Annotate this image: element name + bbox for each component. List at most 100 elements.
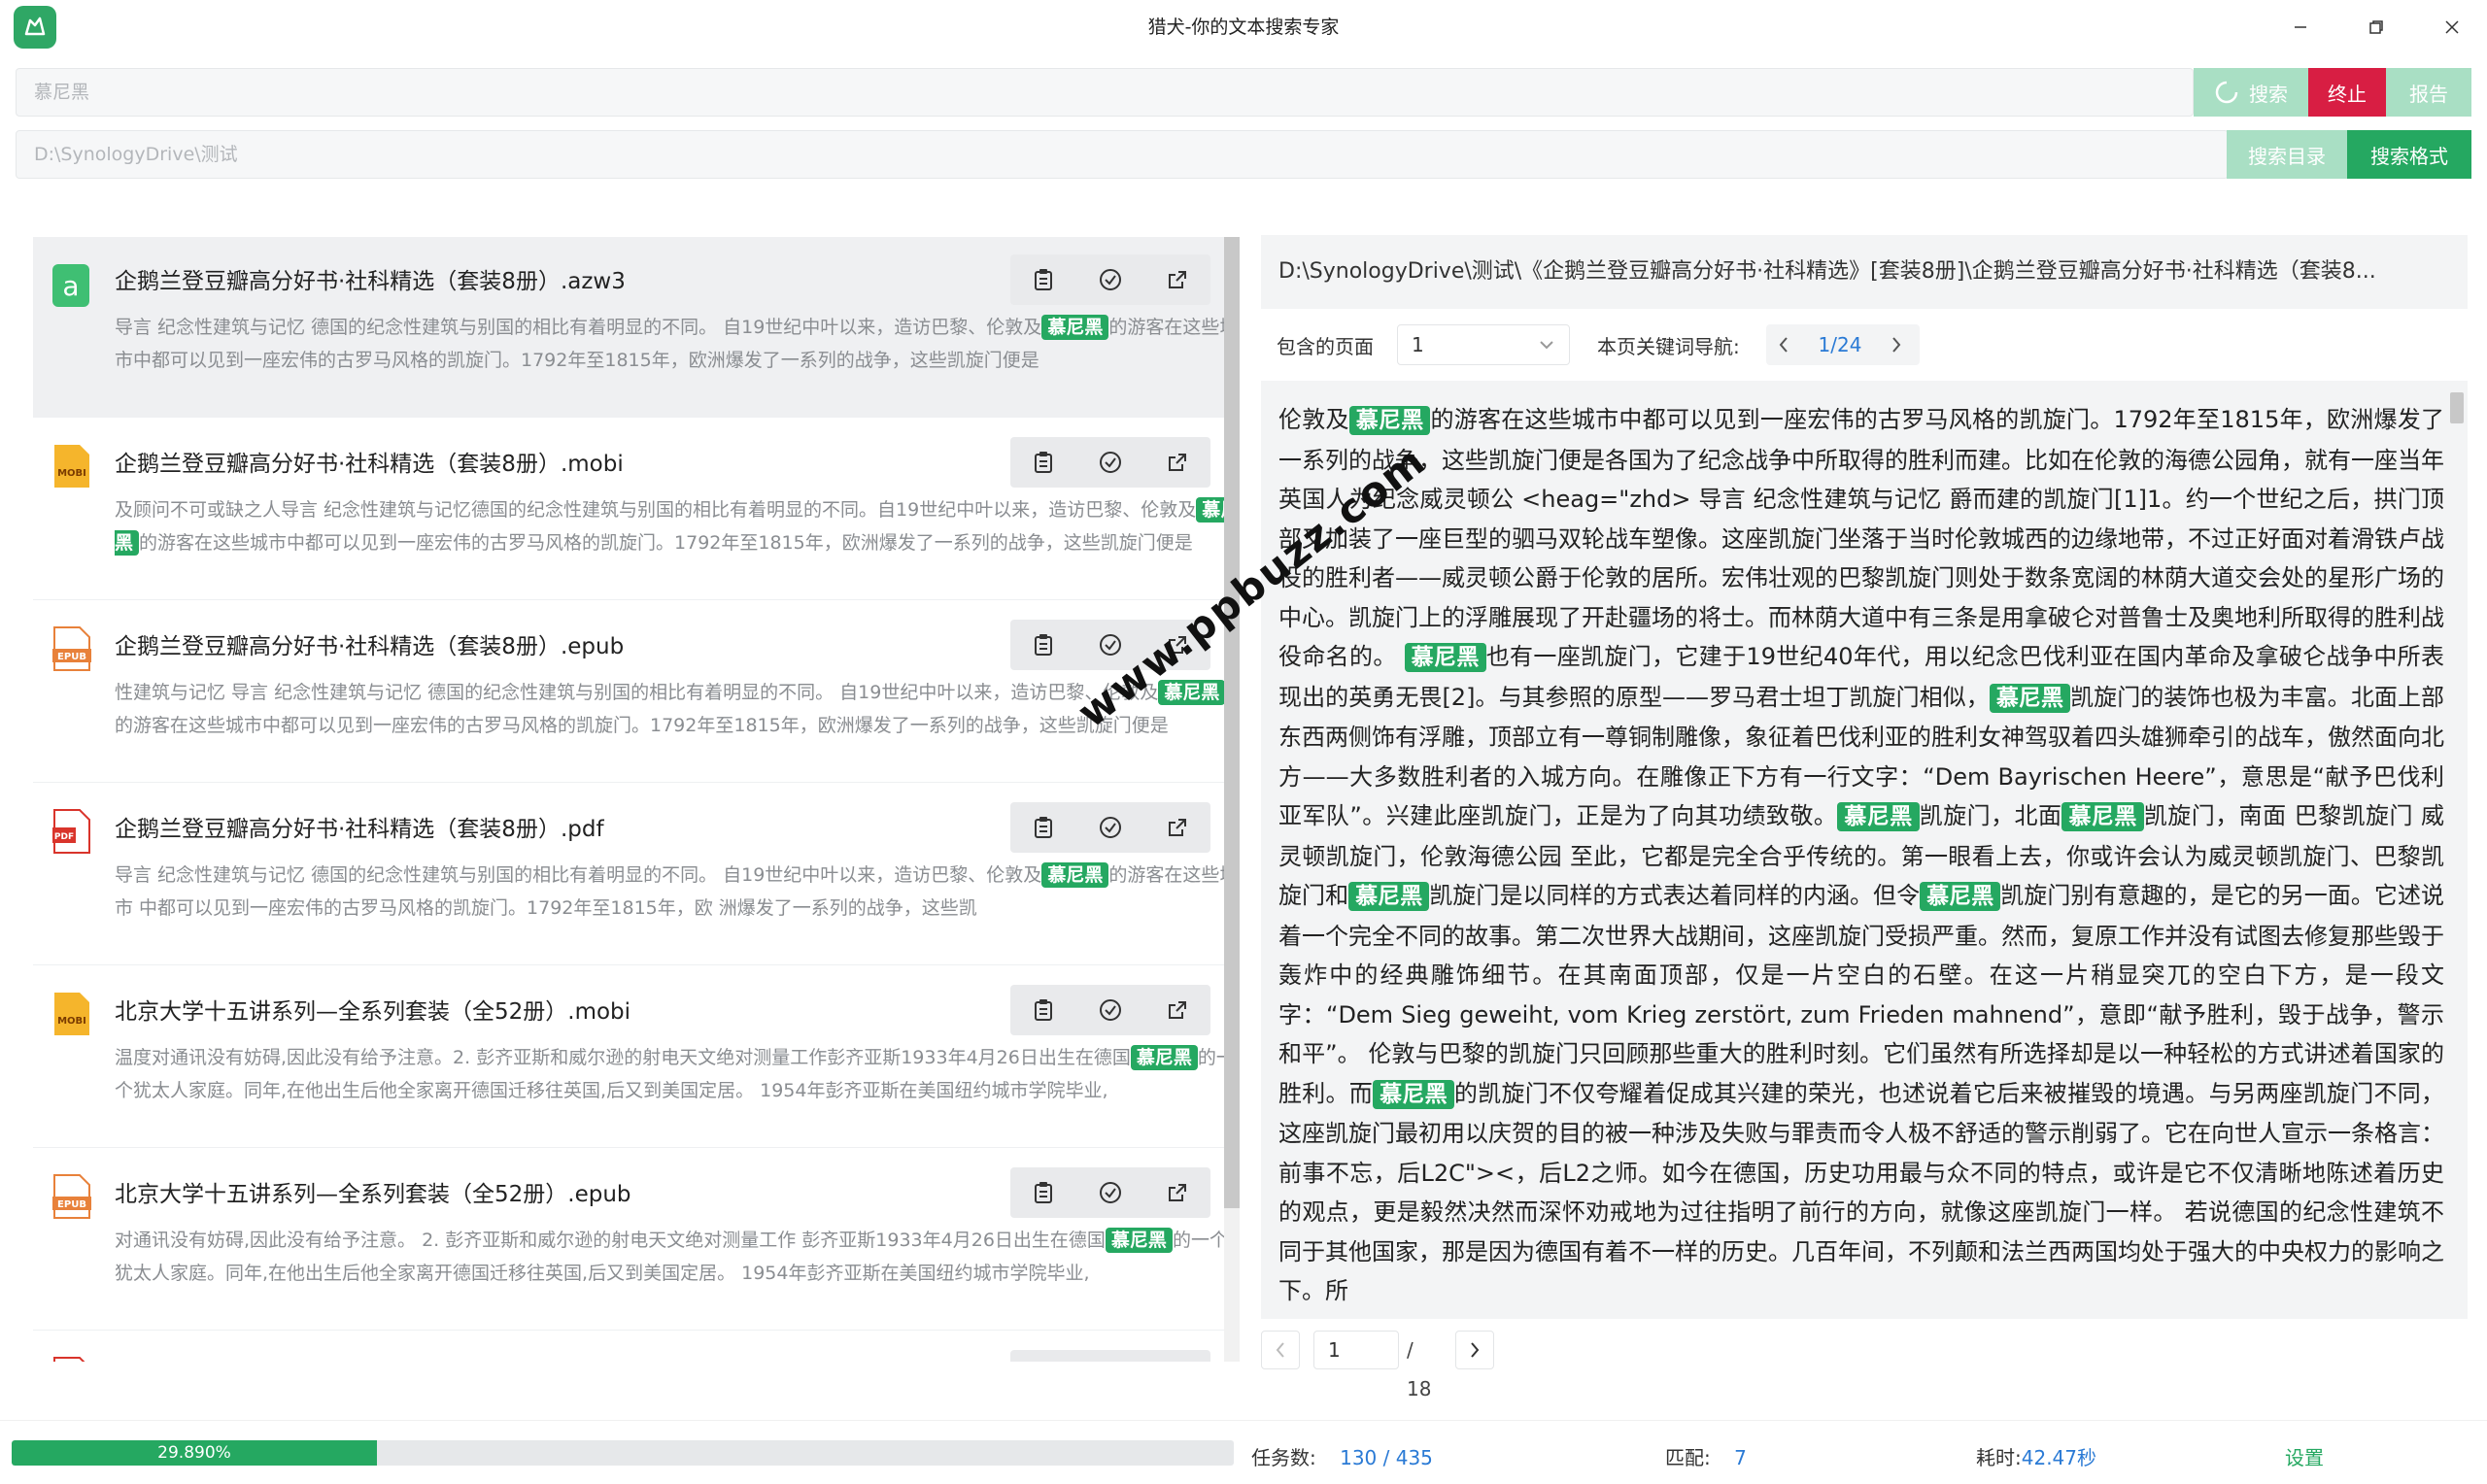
copy-icon[interactable]: [1010, 437, 1077, 488]
stop-button-label: 终止: [2328, 82, 2367, 106]
preview-scrollbar[interactable]: [2450, 392, 2464, 423]
search-format-label: 搜索格式: [2370, 144, 2448, 168]
open-external-icon[interactable]: [1143, 1167, 1210, 1218]
open-external-icon[interactable]: [1143, 985, 1210, 1035]
pages-label: 包含的页面: [1277, 335, 1374, 358]
list-scrollbar[interactable]: [1224, 237, 1240, 1362]
task-count: 任务数: 130 / 435: [1251, 1442, 1433, 1470]
progress-bar: 29.890%: [12, 1440, 1234, 1466]
svg-text:MOBI: MOBI: [57, 1016, 86, 1027]
result-item[interactable]: EPUB 北京大学十五讲系列—全系列套装（全52册）.epub 对通讯没有妨碍,…: [33, 1150, 1228, 1331]
keyword-highlight: 慕尼黑: [1041, 315, 1109, 340]
match-count-label: 匹配:: [1665, 1446, 1711, 1469]
mobi-file-icon: MOBI: [52, 991, 91, 1037]
result-item[interactable]: MOBI 企鹅兰登豆瓣高分好书·社科精选（套装8册）.mobi 及顾问不可或缺之…: [33, 420, 1240, 600]
pdf-file-icon: PDF: [52, 808, 91, 855]
next-page-button[interactable]: [1455, 1331, 1494, 1369]
keyword-highlight: 慕尼黑: [1158, 680, 1226, 705]
keyword-highlight: 慕尼黑: [1920, 882, 2001, 911]
search-input[interactable]: [17, 69, 2193, 116]
copy-icon[interactable]: [1010, 1167, 1077, 1218]
epub-file-icon: EPUB: [52, 1173, 91, 1220]
keyword-highlight: 慕尼黑: [1404, 643, 1486, 672]
preview-text-segment: 的游客在这些城市中都可以见到一座宏伟的古罗马风格的凯旋门。1792年至1815年…: [1278, 406, 2445, 670]
list-scroll-thumb[interactable]: [1224, 237, 1240, 1208]
mobi-file-icon: MOBI: [52, 443, 91, 489]
result-title: 企鹅兰登豆瓣高分好书·社科精选（套装8册）.mobi: [115, 452, 624, 477]
azw3-file-icon: a: [52, 260, 91, 307]
settings-link[interactable]: 设置: [2285, 1442, 2324, 1470]
minimize-icon[interactable]: [2273, 6, 2328, 49]
result-item[interactable]: EPUB 企鹅兰登豆瓣高分好书·社科精选（套装8册）.epub 性建筑与记忆 导…: [33, 602, 1226, 783]
search-path-box: [16, 130, 2229, 179]
task-count-value: 130 / 435: [1340, 1446, 1433, 1469]
copy-icon[interactable]: [1010, 802, 1077, 853]
copy-icon[interactable]: [1010, 254, 1077, 305]
keyword-nav-label: 本页关键词导航:: [1597, 335, 1740, 358]
result-item[interactable]: a 企鹅兰登豆瓣高分好书·社科精选（套装8册）.azw3 导言 纪念性建筑与记忆…: [33, 237, 1238, 418]
svg-text:EPUB: EPUB: [57, 1199, 86, 1210]
preview-text: 伦敦及 慕尼黑 的游客在这些城市中都可以见到一座宏伟的古罗马风格的凯旋门。1792年…: [1278, 400, 2444, 1311]
search-path-input[interactable]: [17, 131, 2228, 178]
result-title: 北京大学十五讲系列—全系列套装（全52册）.mobi: [115, 999, 631, 1025]
result-list: a 企鹅兰登豆瓣高分好书·社科精选（套装8册）.azw3 导言 纪念性建筑与记忆…: [33, 237, 1244, 1362]
search-format-button[interactable]: 搜索格式: [2347, 130, 2471, 179]
report-button-label: 报告: [2409, 82, 2448, 106]
result-actions: [1010, 1350, 1210, 1362]
result-item[interactable]: PDF 企鹅兰登豆瓣高分好书·社科精选（套装8册）.pdf 导言 纪念性建筑与记…: [33, 785, 1238, 965]
result-snippet: 性建筑与记忆 导言 纪念性建筑与记忆 德国的纪念性建筑与别国的相比有着明显的不同…: [115, 676, 1244, 742]
check-circle-icon[interactable]: [1077, 254, 1144, 305]
result-actions: [1010, 437, 1210, 488]
elapsed-time-value: 42.47秒: [2021, 1446, 2097, 1469]
check-circle-icon[interactable]: [1077, 802, 1144, 853]
preview-text-segment: 伦敦及: [1278, 406, 1349, 433]
task-count-label: 任务数:: [1251, 1446, 1316, 1469]
page-select-value: 1: [1412, 333, 1424, 356]
progress-fill: 29.890%: [12, 1440, 377, 1466]
report-button[interactable]: 报告: [2386, 68, 2471, 117]
result-actions: [1010, 254, 1210, 305]
match-count-value: 7: [1734, 1446, 1747, 1469]
pdf-file-icon: [52, 1356, 91, 1362]
check-circle-icon[interactable]: [1077, 437, 1144, 488]
prev-page-button[interactable]: [1261, 1331, 1300, 1369]
keyword-nav: 1/24: [1766, 324, 1920, 365]
page-number-input[interactable]: 1: [1313, 1331, 1399, 1369]
maximize-icon[interactable]: [2349, 6, 2403, 49]
epub-file-icon: EPUB: [52, 625, 91, 672]
keyword-highlight: 慕尼黑: [1837, 802, 1920, 831]
keyword-highlight: 慕尼黑: [1348, 406, 1431, 435]
keyword-highlight: 慕尼黑: [1130, 1045, 1198, 1070]
page-select[interactable]: 1: [1397, 324, 1570, 365]
stop-button[interactable]: 终止: [2308, 68, 2386, 117]
open-external-icon[interactable]: [1143, 802, 1210, 853]
result-actions: [1010, 1167, 1210, 1218]
keyword-highlight: 慕尼黑: [1373, 1079, 1454, 1109]
svg-text:PDF: PDF: [54, 832, 74, 842]
open-external-icon[interactable]: [1143, 254, 1210, 305]
copy-icon[interactable]: [1010, 620, 1077, 670]
result-actions: [1010, 985, 1210, 1035]
preview-text-segment: 的凯旋门不仅夸耀着促成其兴建的荣光，也述说着它后来被摧毁的境遇。与另两座凯旋门不…: [1278, 1079, 2445, 1305]
close-icon[interactable]: [2425, 6, 2479, 49]
window-title: 猎犬-你的文本搜索专家: [1147, 17, 1340, 38]
check-circle-icon[interactable]: [1077, 1167, 1144, 1218]
preview-file-path: D:\SynologyDrive\测试\《企鹅兰登豆瓣高分好书·社科精选》[套装…: [1261, 235, 2468, 309]
result-item[interactable]: [33, 1332, 1224, 1362]
chevron-right-icon[interactable]: [1879, 336, 1914, 354]
elapsed-time: 耗时:42.47秒: [1976, 1442, 2096, 1470]
open-external-icon[interactable]: [1143, 437, 1210, 488]
result-title: 北京大学十五讲系列—全系列套装（全52册）.epub: [115, 1182, 631, 1207]
svg-text:MOBI: MOBI: [57, 468, 86, 479]
result-item[interactable]: MOBI 北京大学十五讲系列—全系列套装（全52册）.mobi 温度对通讯没有妨…: [33, 967, 1235, 1148]
svg-text:a: a: [62, 270, 79, 302]
chevron-left-icon[interactable]: [1766, 336, 1801, 354]
svg-text:EPUB: EPUB: [57, 652, 86, 662]
search-directory-button[interactable]: 搜索目录: [2227, 130, 2347, 179]
check-circle-icon[interactable]: [1077, 985, 1144, 1035]
search-button[interactable]: 搜索: [2194, 68, 2308, 117]
result-snippet: 及顾问不可或缺之人导言 纪念性建筑与记忆德国的纪念性建筑与别国的相比有着明显的不…: [115, 497, 1240, 556]
preview-text-segment: 凯旋门别有意趣的，是它的另一面。它述说着一个完全不同的故事。第二次世界大战期间，…: [1278, 882, 2444, 1107]
result-snippet: 温度对通讯没有妨碍,因此没有给予注意。2. 彭齐亚斯和威尔逊的射电天文绝对测量工…: [115, 1045, 1235, 1101]
copy-icon[interactable]: [1010, 985, 1077, 1035]
